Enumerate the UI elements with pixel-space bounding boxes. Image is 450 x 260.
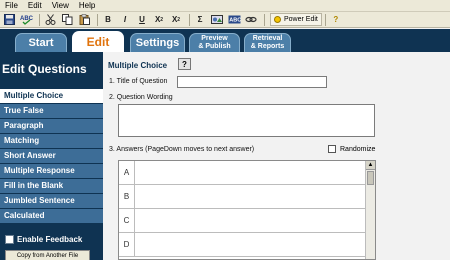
subscript-icon[interactable]: X2 — [152, 13, 166, 26]
tab-preview-line1: Preview — [201, 35, 228, 42]
sidebar-item-multiple-response[interactable]: Multiple Response — [0, 164, 103, 179]
sidebar-item-fill-in-the-blank[interactable]: Fill in the Blank — [0, 179, 103, 194]
lightbulb-icon — [274, 16, 281, 23]
question-wording-field[interactable] — [118, 104, 375, 137]
menu-help[interactable]: Help — [74, 0, 100, 12]
tab-settings-label: Settings — [135, 37, 180, 49]
paste-icon[interactable] — [77, 13, 91, 26]
answers-scrollbar[interactable]: ▲ — [365, 161, 375, 259]
underline-icon[interactable]: U — [135, 13, 149, 26]
answer-row: D — [119, 233, 375, 257]
toolbar-separator — [264, 13, 265, 26]
svg-text:ABC: ABC — [20, 16, 33, 22]
answer-row: A — [119, 161, 375, 185]
toolbar-separator — [97, 13, 98, 26]
answers-grid: A B C D ▲ — [118, 160, 376, 260]
menu-bar: File Edit View Help — [0, 0, 450, 12]
randomize-checkbox[interactable] — [328, 145, 336, 153]
enable-feedback-checkbox[interactable] — [5, 235, 14, 244]
spellcheck-icon[interactable]: ABC — [19, 13, 33, 26]
toolbar: ABC B I U X2 X2 Σ ABC Power Edit ? — [0, 12, 450, 28]
tab-retrieval-line2: & Reports — [250, 43, 285, 50]
question-help-button[interactable]: ? — [178, 58, 191, 70]
answer-field[interactable] — [135, 185, 375, 208]
menu-file[interactable]: File — [0, 0, 23, 12]
sidebar-item-paragraph[interactable]: Paragraph — [0, 119, 103, 134]
abc-format-icon[interactable]: ABC — [227, 13, 241, 26]
answer-row: B — [119, 185, 375, 209]
tab-bar: Start Edit Settings Preview & Publish Re… — [0, 29, 450, 52]
answer-field[interactable] — [135, 209, 375, 232]
svg-text:ABC: ABC — [229, 18, 241, 24]
tab-preview-publish[interactable]: Preview & Publish — [189, 33, 240, 52]
toolbar-separator — [39, 13, 40, 26]
copy-icon[interactable] — [60, 13, 74, 26]
question-type-sidebar: Edit Questions Multiple Choice True Fals… — [0, 52, 103, 260]
save-icon[interactable] — [2, 13, 16, 26]
tab-start-label: Start — [28, 37, 54, 49]
symbol-icon[interactable]: Σ — [193, 13, 207, 26]
toolbar-separator — [324, 13, 326, 26]
scroll-thumb[interactable] — [367, 171, 374, 185]
enable-feedback-toggle[interactable]: Enable Feedback — [5, 235, 82, 244]
title-label: 1. Title of Question — [109, 78, 168, 85]
power-edit-label: Power Edit — [284, 16, 318, 23]
sidebar-item-calculated[interactable]: Calculated — [0, 209, 103, 224]
answer-field[interactable] — [135, 233, 375, 256]
superscript-icon[interactable]: X2 — [169, 13, 183, 26]
answer-field[interactable] — [135, 161, 375, 184]
tab-settings[interactable]: Settings — [130, 33, 185, 52]
tab-preview-line2: & Publish — [198, 43, 231, 50]
help-icon[interactable]: ? — [329, 13, 343, 26]
menu-edit[interactable]: Edit — [23, 0, 47, 12]
power-edit-button[interactable]: Power Edit — [270, 13, 322, 26]
title-input[interactable] — [177, 76, 327, 88]
answer-letter: B — [119, 185, 135, 208]
italic-icon[interactable]: I — [118, 13, 132, 26]
cut-icon[interactable] — [43, 13, 57, 26]
question-editor: Multiple Choice ? 1. Title of Question 2… — [103, 52, 450, 260]
randomize-toggle[interactable]: Randomize — [328, 145, 375, 153]
tab-retrieval-line1: Retrieval — [252, 35, 283, 42]
answer-row: C — [119, 209, 375, 233]
sidebar-item-multiple-choice[interactable]: Multiple Choice — [0, 89, 103, 104]
answers-label: 3. Answers (PageDown moves to next answe… — [109, 146, 255, 153]
answer-letter: D — [119, 233, 135, 256]
answer-letter: A — [119, 161, 135, 184]
bold-icon[interactable]: B — [101, 13, 115, 26]
question-type-heading: Multiple Choice — [108, 61, 168, 70]
randomize-label: Randomize — [340, 145, 376, 153]
sidebar-item-matching[interactable]: Matching — [0, 134, 103, 149]
copy-from-another-file-button[interactable]: Copy from Another File — [5, 250, 90, 260]
link-icon[interactable] — [244, 13, 258, 26]
sidebar-item-short-answer[interactable]: Short Answer — [0, 149, 103, 164]
toolbar-separator — [189, 13, 190, 26]
media-icon[interactable] — [210, 13, 224, 26]
tab-edit[interactable]: Edit — [72, 31, 124, 52]
answer-letter: C — [119, 209, 135, 232]
sidebar-item-jumbled-sentence[interactable]: Jumbled Sentence — [0, 194, 103, 209]
enable-feedback-label: Enable Feedback — [17, 235, 83, 244]
sidebar-item-true-false[interactable]: True False — [0, 104, 103, 119]
wording-label: 2. Question Wording — [109, 94, 173, 101]
scroll-up-arrow-icon[interactable]: ▲ — [366, 161, 375, 170]
tab-start[interactable]: Start — [15, 33, 67, 52]
tab-edit-label: Edit — [86, 35, 110, 49]
menu-view[interactable]: View — [47, 0, 74, 12]
tab-retrieval-reports[interactable]: Retrieval & Reports — [244, 33, 291, 52]
sidebar-title: Edit Questions — [2, 62, 87, 76]
